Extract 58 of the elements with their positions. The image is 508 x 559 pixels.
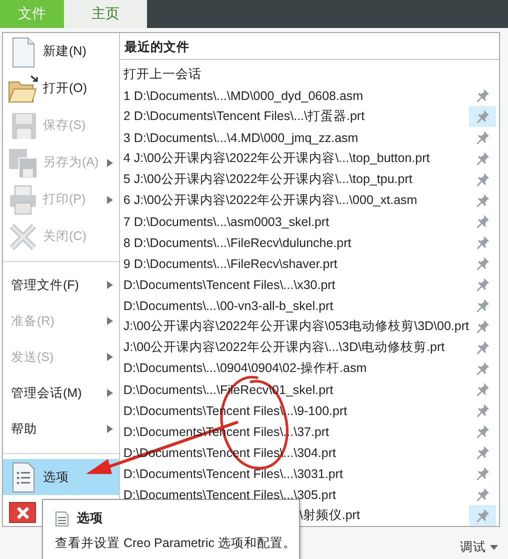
tooltip-title: 选项: [77, 510, 103, 527]
recent-file-item[interactable]: 2 D:\Documents\Tencent Files\...\打蛋器.prt: [123, 108, 469, 125]
recent-file-item[interactable]: 7 D:\Documents\...\asm0003_skel.prt: [123, 214, 469, 228]
menu-tab[interactable]: 主页: [64, 0, 147, 28]
pin-icon: [475, 256, 490, 271]
recent-file-item[interactable]: D:\Documents\Tencent Files\...\3031.prt: [123, 466, 469, 480]
pin-icon: [475, 172, 490, 187]
pin-icon: [475, 319, 490, 334]
folder-icon: [7, 72, 39, 104]
exit-button[interactable]: [9, 502, 36, 523]
recent-file-item[interactable]: 9 D:\Documents\...\FileRecv\shaver.prt: [123, 256, 469, 270]
floppy-disks-icon: [7, 146, 39, 178]
menu-item[interactable]: 管理会话(M): [3, 375, 120, 411]
recent-file-item[interactable]: J:\00公开课内容\2022年公开课内容\053电动修枝剪\3D\00.prt: [123, 318, 469, 335]
pin-icon: [475, 130, 490, 145]
pin-icon: [475, 466, 490, 481]
recent-file-item[interactable]: D:\Documents\Tencent Files\...\x30.prt: [123, 278, 469, 292]
pin-icon: [475, 277, 490, 292]
open-last-session-link[interactable]: 打开上一会话: [120, 64, 499, 85]
pin-icon: [475, 445, 490, 460]
pin-icon: [475, 235, 490, 250]
recent-file-item[interactable]: J:\00公开课内容\2022年公开课内容\...\3D\电动修枝剪.prt: [123, 339, 469, 356]
caret-icon: [490, 545, 498, 550]
pin-icon: [475, 193, 490, 208]
menu-item[interactable]: 新建(N): [3, 33, 120, 70]
recent-file-item[interactable]: 5 J:\00公开课内容\2022年公开课内容\...\top_tpu.prt: [123, 171, 469, 188]
menu-item[interactable]: 帮助: [3, 411, 120, 447]
section-title: 最近的文件: [120, 33, 499, 60]
menu-item[interactable]: 管理文件(F): [3, 267, 120, 303]
pin-icon: [475, 88, 490, 103]
pin-icon: [475, 361, 490, 376]
recent-file-item[interactable]: 6 J:\00公开课内容\2022年公开课内容\...\000_xt.asm: [123, 192, 469, 209]
printer-icon: [7, 184, 39, 216]
list-document-icon: [55, 510, 69, 526]
pin-icon: [475, 487, 490, 502]
pin-icon: [475, 508, 490, 523]
recent-file-item[interactable]: 1 D:\Documents\...\MD\000_dyd_0608.asm: [123, 88, 469, 102]
recent-file-item[interactable]: 3 D:\Documents\...\4.MD\000_jmq_zz.asm: [123, 130, 469, 144]
pin-button[interactable]: [469, 505, 496, 526]
recent-file-item[interactable]: D:\Documents\...\0904\0904\02-操作杆.asm: [123, 360, 469, 377]
pin-icon: [475, 340, 490, 355]
recent-file-item[interactable]: D:\Documents\...\00-vn3-all-b_skel.prt: [123, 298, 469, 312]
close-icon: [16, 506, 30, 520]
recent-file-item[interactable]: D:\Documents\Tencent Files\...\305.prt: [123, 488, 469, 502]
pin-icon: [475, 151, 490, 166]
pin-icon: [475, 382, 490, 397]
menu-item[interactable]: 选项: [3, 459, 120, 495]
debug-dropdown[interactable]: 调试: [460, 539, 498, 556]
pin-icon: [475, 109, 490, 124]
recent-file-item[interactable]: 4 J:\00公开课内容\2022年公开课内容\...\top_button.prt: [123, 150, 469, 167]
recent-file-item[interactable]: 8 D:\Documents\...\FileRecv\dulunche.prt: [123, 236, 469, 250]
pin-icon: [475, 214, 490, 229]
menu-item[interactable]: 打开(O): [3, 70, 120, 107]
pin-button[interactable]: [469, 106, 496, 127]
pin-icon: [475, 424, 490, 439]
pin-icon: [475, 298, 490, 313]
pin-icon: [475, 403, 490, 418]
tooltip-description: 查看并设置 Creo Parametric 选项和配置。: [55, 535, 287, 552]
